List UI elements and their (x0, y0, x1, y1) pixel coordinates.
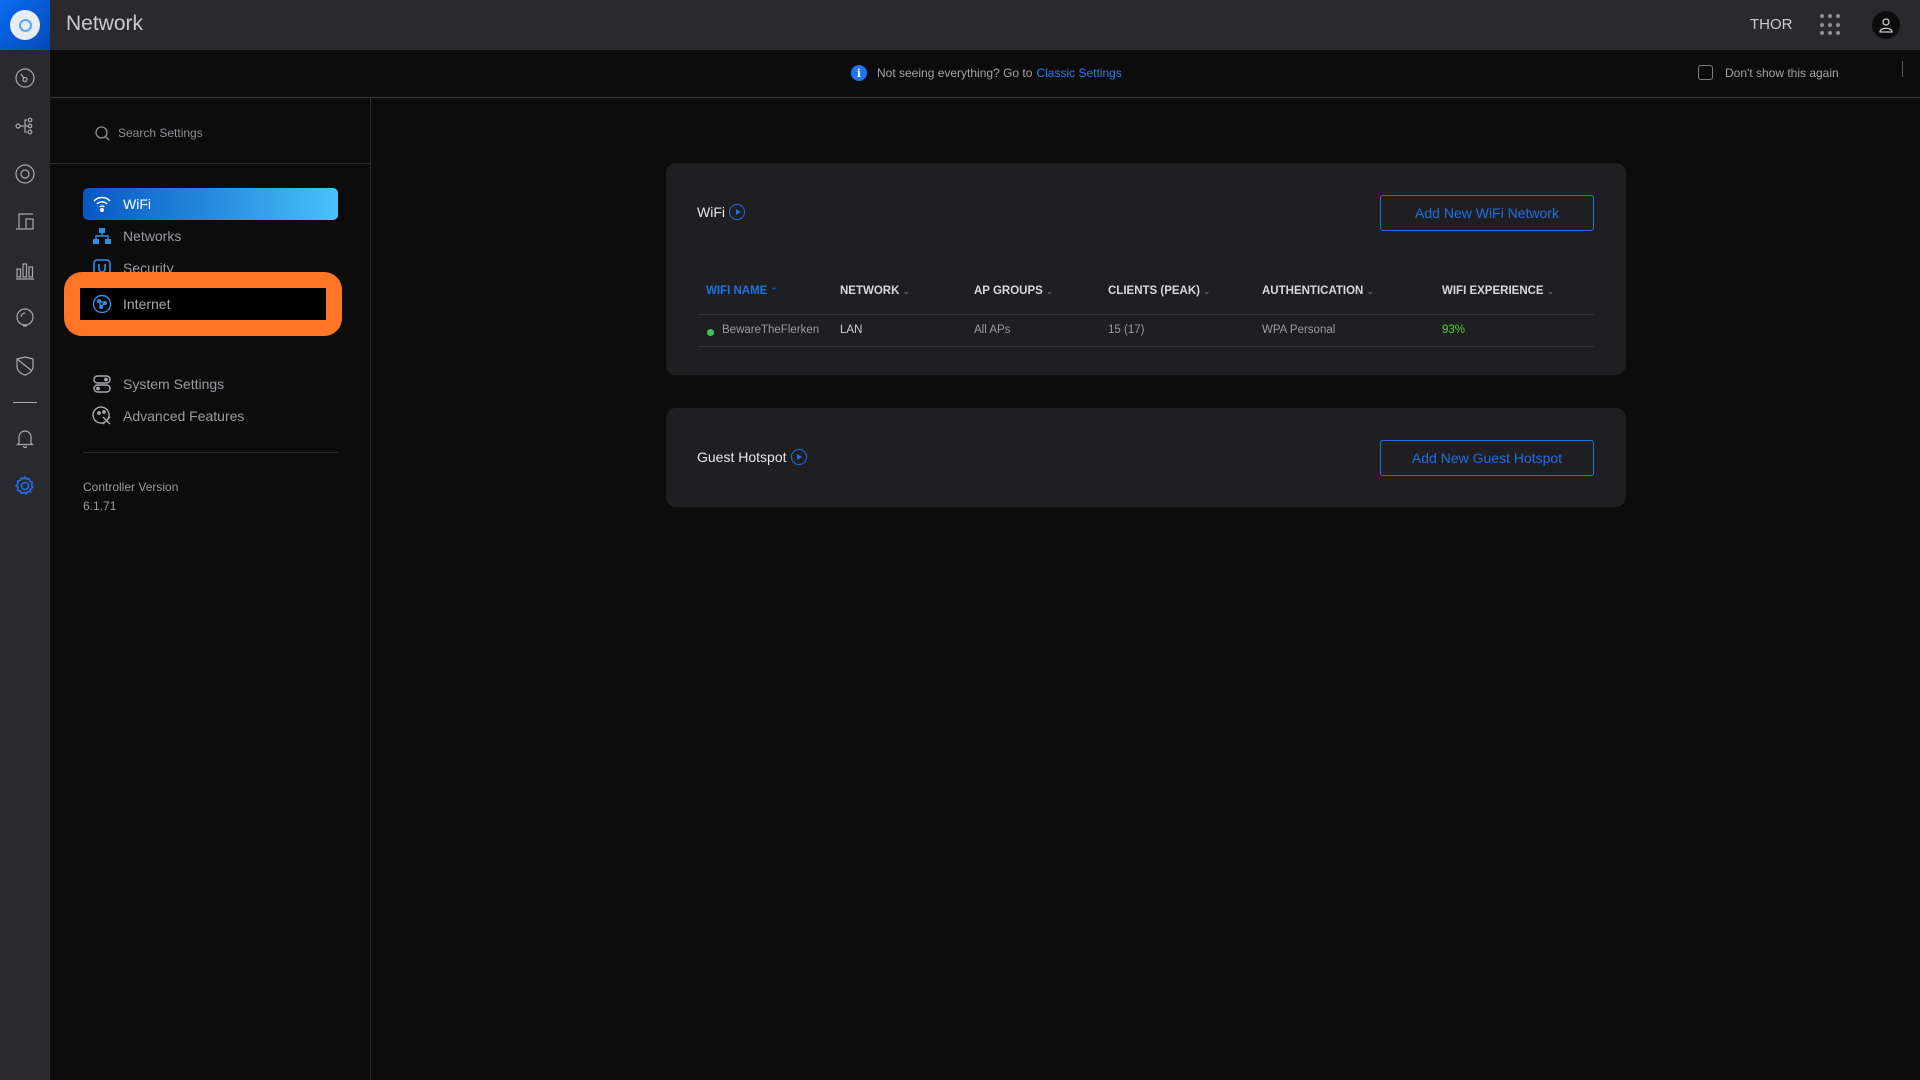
search-settings-input[interactable] (118, 122, 348, 144)
cell-ap-groups: All APs (974, 324, 1011, 336)
bulb-icon (16, 308, 34, 327)
rail-devices[interactable] (0, 157, 50, 191)
sidebar-item-label: System Settings (123, 376, 225, 392)
status-dot-online (707, 329, 714, 336)
avatar[interactable] (1872, 11, 1900, 39)
sidebar-item-label: WiFi (123, 196, 151, 212)
banner-text: Not seeing everything? Go to (877, 66, 1033, 80)
sidebar-item-security[interactable]: Security (83, 252, 338, 284)
dont-show-again: Don't show this again (1698, 65, 1839, 80)
rail-statistics[interactable] (0, 253, 50, 287)
guest-hotspot-card: Guest Hotspot Add New Guest Hotspot (666, 408, 1626, 507)
guest-hotspot-title: Guest Hotspot (697, 449, 807, 465)
wifi-icon (91, 193, 113, 215)
banner-message: i Not seeing everything? Go to Classic S… (851, 65, 1122, 81)
dont-show-again-label[interactable]: Don't show this again (1725, 66, 1839, 80)
app-rail (0, 0, 50, 1080)
sidebar-item-system-settings[interactable]: System Settings (83, 368, 338, 400)
chevron-down-icon: ⌄ (1045, 286, 1054, 296)
banner-separator (1902, 61, 1903, 77)
logo-icon (10, 10, 40, 40)
sidebar-item-label: Networks (123, 228, 182, 244)
chevron-down-icon: ⌄ (1366, 286, 1374, 296)
add-wifi-network-button[interactable]: Add New WiFi Network (1380, 195, 1594, 231)
rail-insights[interactable] (0, 301, 50, 335)
toggles-icon (91, 373, 113, 395)
app-title: Network (66, 12, 144, 35)
column-header-ap-groups[interactable]: AP GROUPS ⌄ (974, 285, 1053, 297)
cell-wifi-name: BewareTheFlerken (722, 324, 820, 336)
networks-icon (91, 225, 113, 247)
rail-threat-management[interactable] (0, 349, 50, 383)
sidebar-item-label: Advanced Features (123, 408, 245, 424)
device-icon (15, 164, 35, 184)
chevron-down-icon: ⌄ (1546, 286, 1555, 296)
clients-icon (16, 213, 34, 230)
wifi-table: WIFI NAME ⌃ NETWORK ⌄ AP GROUPS ⌄ CLIENTS (… (698, 269, 1594, 347)
column-header-network[interactable]: NETWORK ⌄ (840, 285, 910, 297)
chevron-down-icon: ⌄ (1203, 286, 1211, 296)
gauge-icon (15, 68, 35, 88)
gear-icon (14, 475, 35, 496)
wifi-card: WiFi Add New WiFi Network WIFI NAME ⌃ NET… (666, 163, 1626, 375)
sidebar-divider (83, 452, 338, 453)
sort-asc-icon: ⌃ (770, 286, 778, 296)
sidebar-item-internet[interactable]: Internet (83, 288, 338, 320)
info-icon: i (851, 65, 867, 81)
play-video-icon[interactable] (729, 204, 745, 220)
cell-clients: 15 (17) (1108, 324, 1145, 336)
site-name[interactable]: THOR (1750, 16, 1793, 33)
search-settings (50, 98, 370, 164)
rail-divider (13, 402, 37, 403)
controller-version-label: Controller Version (83, 480, 179, 494)
sidebar-item-advanced-features[interactable]: Advanced Features (83, 400, 338, 432)
column-header-clients[interactable]: CLIENTS (PEAK) ⌄ (1108, 285, 1211, 297)
dont-show-again-checkbox[interactable] (1698, 65, 1713, 80)
rail-clients[interactable] (0, 205, 50, 239)
rail-topology[interactable] (0, 109, 50, 143)
sidebar-item-label: Internet (123, 296, 171, 312)
play-video-icon[interactable] (790, 449, 807, 465)
user-icon (1879, 18, 1893, 33)
tools-icon (91, 405, 113, 427)
cell-wifi-experience: 93% (1442, 324, 1466, 336)
column-header-wifi-name[interactable]: WIFI NAME ⌃ (706, 285, 778, 297)
top-bar: Network THOR (50, 0, 1920, 50)
wifi-card-title: WiFi (697, 204, 745, 220)
cell-network: LAN (840, 324, 863, 336)
table-header: WIFI NAME ⌃ NETWORK ⌄ AP GROUPS ⌄ CLIENTS (… (698, 269, 1594, 315)
chevron-down-icon: ⌄ (902, 286, 910, 296)
column-header-wifi-experience[interactable]: WIFI EXPERIENCE ⌄ (1442, 285, 1554, 297)
cell-authentication: WPA Personal (1262, 324, 1336, 336)
classic-settings-banner: i Not seeing everything? Go to Classic S… (50, 50, 1920, 98)
add-guest-hotspot-button[interactable]: Add New Guest Hotspot (1380, 440, 1594, 476)
sidebar-item-networks[interactable]: Networks (83, 220, 338, 252)
bar-chart-icon (16, 263, 34, 280)
topology-icon (15, 117, 33, 135)
rail-dashboard[interactable] (0, 61, 50, 95)
apps-grid-icon[interactable] (1820, 14, 1842, 36)
shield-icon (16, 356, 34, 376)
rail-alerts[interactable] (0, 421, 50, 455)
guest-title-text: Guest Hotspot (697, 449, 787, 465)
security-icon (91, 257, 113, 279)
controller-version-value: 6.1.71 (83, 499, 117, 513)
column-header-authentication[interactable]: AUTHENTICATION ⌄ (1262, 285, 1374, 297)
rail-settings[interactable] (0, 469, 50, 503)
wifi-title-text: WiFi (697, 204, 725, 220)
classic-settings-link[interactable]: Classic Settings (1036, 66, 1121, 80)
settings-sidebar: WiFi Networks Security Internet System S… (50, 98, 371, 1080)
globe-icon (91, 293, 113, 315)
unifi-logo[interactable] (0, 0, 50, 50)
search-icon (95, 126, 110, 141)
bell-icon (16, 430, 34, 449)
table-row[interactable]: BewareTheFlerken LAN All APs 15 (17) WPA… (698, 315, 1594, 347)
sidebar-item-wifi[interactable]: WiFi (83, 188, 338, 220)
sidebar-item-label: Security (123, 260, 174, 276)
